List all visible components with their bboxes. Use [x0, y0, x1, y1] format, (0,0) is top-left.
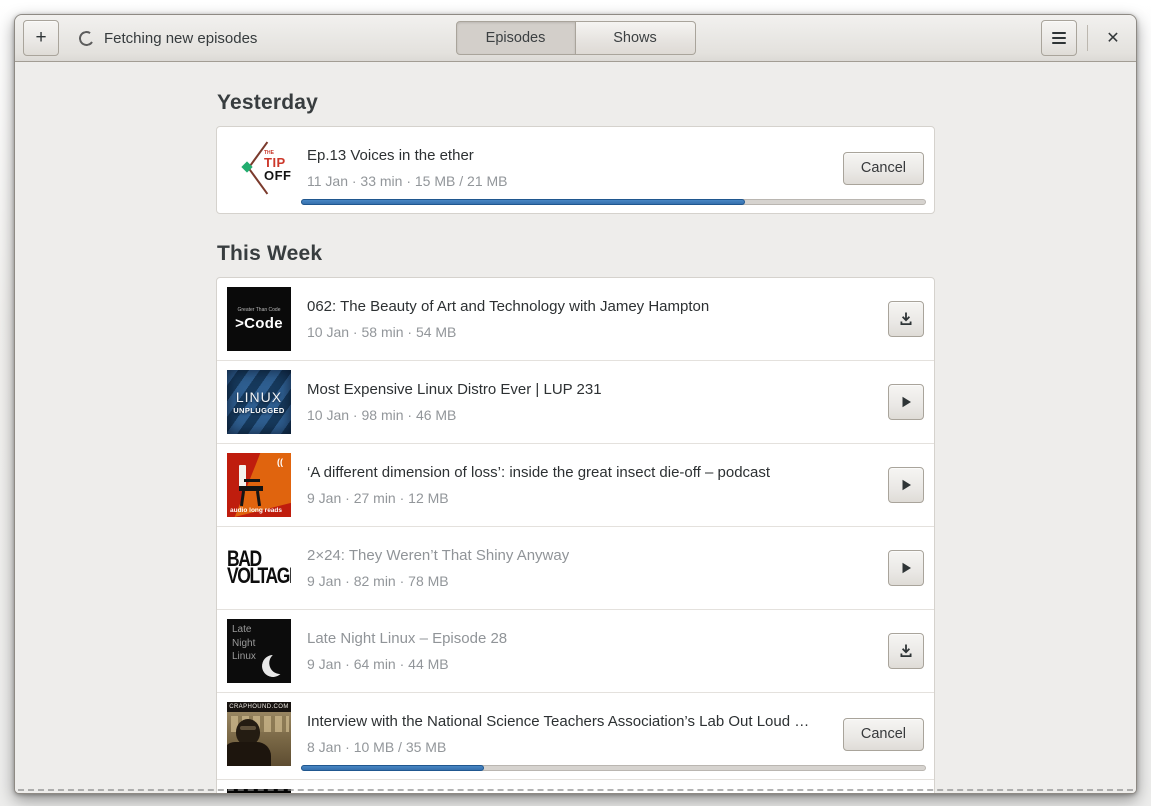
- episode-info: ‘A different dimension of loss’: inside …: [307, 464, 770, 506]
- artwork-text: UNPLUGGED: [233, 406, 285, 415]
- header-right-cluster: ✕: [1041, 20, 1128, 56]
- artwork-text: LINUX: [235, 389, 283, 405]
- episode-row-late-night-linux[interactable]: Late Night Linux Late Night Linux – Epis…: [217, 609, 934, 692]
- episode-title: Ep.13 Voices in the ether: [307, 147, 474, 164]
- episode-title: 062: The Beauty of Art and Technology wi…: [307, 298, 710, 315]
- artwork-text: CRAPHOUND.COM: [227, 702, 291, 712]
- close-button[interactable]: ✕: [1098, 20, 1128, 56]
- play-icon: [902, 562, 911, 574]
- download-progress-bar: [301, 199, 926, 205]
- speaker-icon: ((: [277, 457, 283, 467]
- play-button[interactable]: [888, 384, 924, 420]
- craphound-artwork: CRAPHOUND.COM: [227, 702, 291, 766]
- episode-meta: 9 Jan · 82 min · 78 MB: [307, 573, 449, 589]
- episode-meta: 11 Jan · 33 min · 15 MB / 21 MB: [307, 173, 508, 189]
- episode-row-tipoff[interactable]: THE TIP OFF Ep.13 Voices in the ether 11…: [217, 127, 934, 213]
- download-icon: [900, 312, 912, 325]
- artwork-text: OFF: [264, 168, 291, 183]
- bad-voltage-artwork: BAD VOLTAGE: [227, 536, 291, 600]
- download-progress-bar: [301, 765, 926, 771]
- cancel-download-button[interactable]: Cancel: [842, 717, 924, 751]
- irl-artwork: » IRL ::p: [227, 789, 291, 793]
- episode-row-bad-voltage[interactable]: BAD VOLTAGE 2×24: They Weren’t That Shin…: [217, 526, 934, 609]
- episode-title: Interview with the National Science Teac…: [307, 713, 817, 730]
- artwork-text: audio long reads: [230, 507, 283, 514]
- play-icon: [902, 396, 911, 408]
- episode-title: Most Expensive Linux Distro Ever | LUP 2…: [307, 381, 602, 398]
- artwork-text: Night: [232, 637, 256, 649]
- greater-than-code-artwork: Greater Than Code >Code: [227, 287, 291, 351]
- tab-shows[interactable]: Shows: [575, 21, 696, 55]
- download-button[interactable]: [888, 633, 924, 669]
- plus-icon: +: [35, 26, 47, 48]
- download-progress-fill: [301, 765, 484, 771]
- episode-row-linux-unplugged[interactable]: LINUX UNPLUGGED Most Expensive Linux Dis…: [217, 360, 934, 443]
- download-button[interactable]: [888, 301, 924, 337]
- episode-meta: 8 Jan · 10 MB / 35 MB: [307, 739, 447, 755]
- yesterday-card: THE TIP OFF Ep.13 Voices in the ether 11…: [216, 126, 935, 214]
- cancel-download-button[interactable]: Cancel: [842, 151, 924, 185]
- this-week-card: Greater Than Code >Code 062: The Beauty …: [216, 277, 935, 793]
- download-progress-fill: [301, 199, 746, 205]
- episode-row-craphound[interactable]: CRAPHOUND.COM Interview with the Nationa…: [217, 692, 934, 779]
- download-icon: [900, 644, 912, 657]
- status-text: Fetching new episodes: [104, 29, 258, 47]
- menu-button[interactable]: [1041, 20, 1077, 56]
- header-bar: + Fetching new episodes Episodes Shows ✕: [15, 15, 1136, 62]
- episode-title: 2×24: They Weren’t That Shiny Anyway: [307, 547, 570, 564]
- episode-info: Interview with the National Science Teac…: [307, 713, 817, 755]
- add-podcast-button[interactable]: +: [23, 20, 59, 56]
- episode-info: Ep.13 Voices in the ether 11 Jan · 33 mi…: [307, 147, 508, 189]
- episode-info: 2×24: They Weren’t That Shiny Anyway 9 J…: [307, 547, 569, 589]
- episode-info: Late Night Linux – Episode 28 9 Jan · 64…: [307, 630, 507, 672]
- artwork-text: Linux: [232, 651, 256, 662]
- hamburger-icon: [1052, 32, 1066, 44]
- episode-row-greater-than-code[interactable]: Greater Than Code >Code 062: The Beauty …: [217, 278, 934, 360]
- episode-title: ‘A different dimension of loss’: inside …: [307, 464, 771, 481]
- episode-title: Late Night Linux – Episode 28: [307, 630, 508, 647]
- episode-meta: 10 Jan · 98 min · 46 MB: [307, 407, 457, 423]
- section-title-this-week: This Week: [217, 242, 323, 265]
- episodes-scroll-area[interactable]: Yesterday THE TIP OFF Ep.13 Voices in th…: [15, 63, 1136, 793]
- artwork-text: Late: [232, 624, 252, 635]
- play-button[interactable]: [888, 467, 924, 503]
- status-box: Fetching new episodes: [77, 29, 258, 47]
- tip-off-artwork: THE TIP OFF: [227, 136, 291, 200]
- crescent-moon-icon: [259, 652, 287, 680]
- late-night-linux-artwork: Late Night Linux: [227, 619, 291, 683]
- artwork-text: Greater Than Code: [237, 306, 281, 313]
- section-title-yesterday: Yesterday: [217, 91, 319, 114]
- episode-row-irl[interactable]: » IRL ::p Bot or Not: [217, 779, 934, 793]
- episode-meta: 9 Jan · 64 min · 44 MB: [307, 656, 449, 672]
- play-button[interactable]: [888, 550, 924, 586]
- header-separator: [1087, 25, 1088, 51]
- view-switcher: Episodes Shows: [455, 21, 696, 55]
- close-icon: ✕: [1106, 30, 1120, 47]
- spinner-icon: [77, 29, 96, 47]
- chevron-icon: »: [230, 790, 236, 793]
- artwork-text: >Code: [235, 314, 283, 332]
- artwork-text: VOLTAGE: [227, 564, 291, 589]
- episode-info: 062: The Beauty of Art and Technology wi…: [307, 298, 709, 340]
- app-window: + Fetching new episodes Episodes Shows ✕…: [14, 14, 1137, 794]
- episode-meta: 9 Jan · 27 min · 12 MB: [307, 490, 449, 506]
- audio-long-reads-artwork: (( audio long reads: [227, 453, 291, 517]
- episodes-list: Yesterday THE TIP OFF Ep.13 Voices in th…: [216, 63, 935, 793]
- play-icon: [902, 479, 911, 491]
- episode-row-audio-long-reads[interactable]: (( audio long reads ‘A different dimensi…: [217, 443, 934, 526]
- episode-info: Most Expensive Linux Distro Ever | LUP 2…: [307, 381, 602, 423]
- linux-unplugged-artwork: LINUX UNPLUGGED: [227, 370, 291, 434]
- tab-episodes[interactable]: Episodes: [455, 21, 576, 55]
- episode-meta: 10 Jan · 58 min · 54 MB: [307, 324, 457, 340]
